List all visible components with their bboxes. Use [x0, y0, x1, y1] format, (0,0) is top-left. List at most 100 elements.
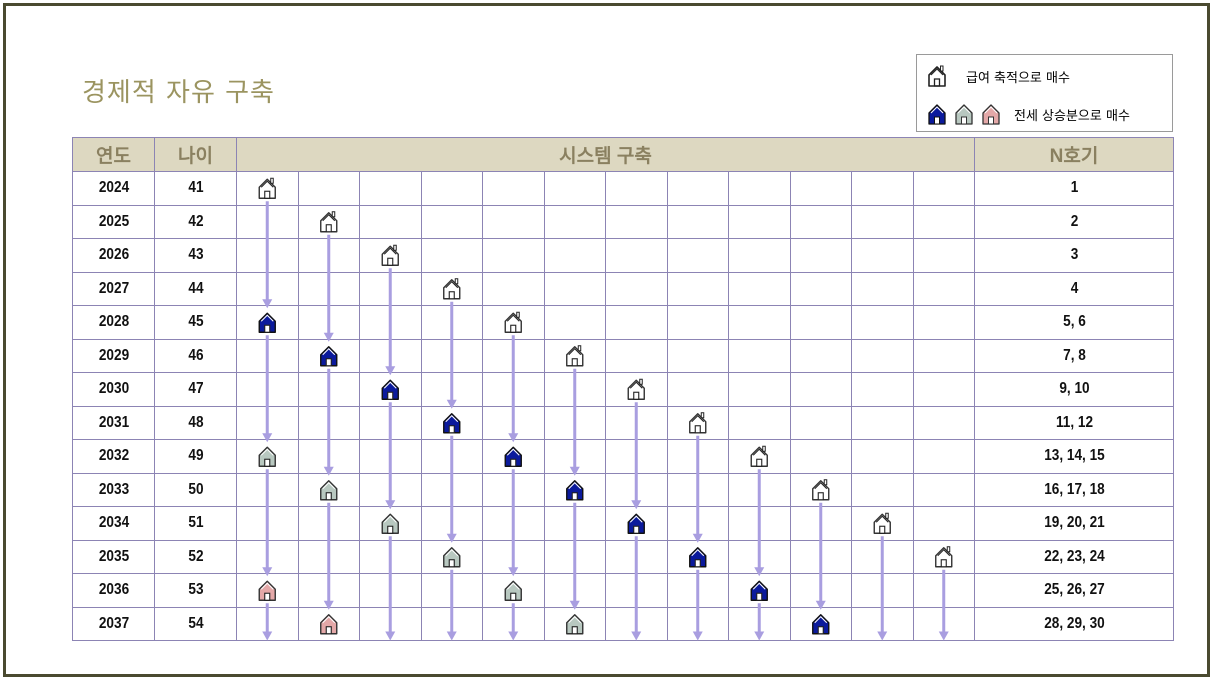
legend-item-salary: 급여 축적으로 매수: [927, 63, 1070, 89]
system-cell: [912, 204, 975, 239]
system-cell: [666, 204, 729, 239]
system-cell: [728, 372, 791, 407]
units-cell: 1: [988, 171, 1159, 206]
year-cell: 2032: [78, 439, 149, 474]
system-cell: [359, 305, 422, 340]
system-cell: [543, 372, 606, 407]
system-cell: [605, 439, 668, 474]
units-cell: 19, 20, 21: [988, 506, 1159, 541]
system-cell: [420, 573, 483, 608]
age-cell: 44: [160, 271, 231, 306]
page-title: 경제적 자유 구축: [82, 78, 275, 108]
system-cell: [297, 606, 360, 641]
system-cell: [605, 573, 668, 608]
house-blue-icon: [928, 104, 946, 125]
system-cell: [297, 405, 360, 440]
system-cell: [666, 472, 729, 507]
system-cell: [912, 271, 975, 306]
system-cell: [543, 204, 606, 239]
table-header-row: 연도 나이 시스템 구축 N호기: [72, 137, 1174, 172]
table-row: 2035 52 22, 23, 24: [73, 539, 1174, 574]
system-cell: [851, 338, 914, 373]
year-cell: 2034: [78, 506, 149, 541]
system-cell: [912, 305, 975, 340]
system-cell: [605, 305, 668, 340]
system-cell: [666, 439, 729, 474]
system-cell: [236, 606, 299, 641]
system-cell: [297, 506, 360, 541]
system-cell: [543, 405, 606, 440]
system-cell: [297, 204, 360, 239]
table-row: 2025 42 2: [73, 204, 1174, 239]
system-cell: [605, 338, 668, 373]
units-cell: 3: [988, 238, 1159, 273]
system-cell: [236, 439, 299, 474]
system-cell: [297, 238, 360, 273]
units-cell: 13, 14, 15: [988, 439, 1159, 474]
system-cell: [728, 472, 791, 507]
system-cell: [236, 506, 299, 541]
age-cell: 49: [160, 439, 231, 474]
system-cell: [789, 271, 852, 306]
system-cell: [728, 238, 791, 273]
system-cell: [728, 539, 791, 574]
table-row: 2026 43 3: [73, 238, 1174, 273]
system-cell: [482, 573, 545, 608]
system-cell: [482, 171, 545, 206]
system-cell: [666, 305, 729, 340]
system-cell: [297, 305, 360, 340]
year-cell: 2029: [78, 338, 149, 373]
system-cell: [420, 171, 483, 206]
year-cell: 2030: [78, 372, 149, 407]
units-cell: 2: [988, 204, 1159, 239]
system-cell: [789, 472, 852, 507]
system-cell: [789, 305, 852, 340]
year-cell: 2037: [78, 606, 149, 641]
system-cell: [236, 573, 299, 608]
year-cell: 2035: [78, 539, 149, 574]
system-cell: [236, 204, 299, 239]
system-cell: [912, 372, 975, 407]
units-cell: 9, 10: [988, 372, 1159, 407]
units-cell: 25, 26, 27: [988, 573, 1159, 608]
system-cell: [728, 405, 791, 440]
system-cell: [666, 539, 729, 574]
legend-label-deposit: 전세 상승분으로 매수: [1014, 108, 1130, 124]
age-cell: 51: [160, 506, 231, 541]
system-cell: [543, 338, 606, 373]
system-cell: [359, 204, 422, 239]
system-cell: [851, 606, 914, 641]
table-row: 2029 46 7, 8: [73, 338, 1174, 373]
system-cell: [236, 238, 299, 273]
header-system: 시스템 구축: [236, 137, 975, 172]
age-cell: 50: [160, 472, 231, 507]
system-cell: [789, 372, 852, 407]
system-cell: [851, 472, 914, 507]
system-cell: [851, 405, 914, 440]
table-row: 2037 54 28, 29, 30: [73, 606, 1174, 641]
system-cell: [666, 606, 729, 641]
system-cell: [420, 439, 483, 474]
system-cell: [789, 439, 852, 474]
year-cell: 2036: [78, 573, 149, 608]
system-cell: [543, 606, 606, 641]
age-cell: 43: [160, 238, 231, 273]
system-cell: [912, 472, 975, 507]
table-row: 2036 53 25, 26, 27: [73, 573, 1174, 608]
system-cell: [543, 539, 606, 574]
table-row: 2028 45 5, 6: [73, 305, 1174, 340]
age-cell: 46: [160, 338, 231, 373]
system-cell: [359, 439, 422, 474]
system-cell: [543, 573, 606, 608]
year-cell: 2027: [78, 271, 149, 306]
year-cell: 2025: [78, 204, 149, 239]
system-cell: [605, 204, 668, 239]
table-row: 2033 50 16, 17, 18: [73, 472, 1174, 507]
house-pink-icon: [982, 104, 1000, 125]
system-cell: [482, 606, 545, 641]
system-cell: [543, 506, 606, 541]
system-cell: [359, 271, 422, 306]
system-cell: [605, 472, 668, 507]
system-cell: [666, 372, 729, 407]
system-cell: [359, 606, 422, 641]
